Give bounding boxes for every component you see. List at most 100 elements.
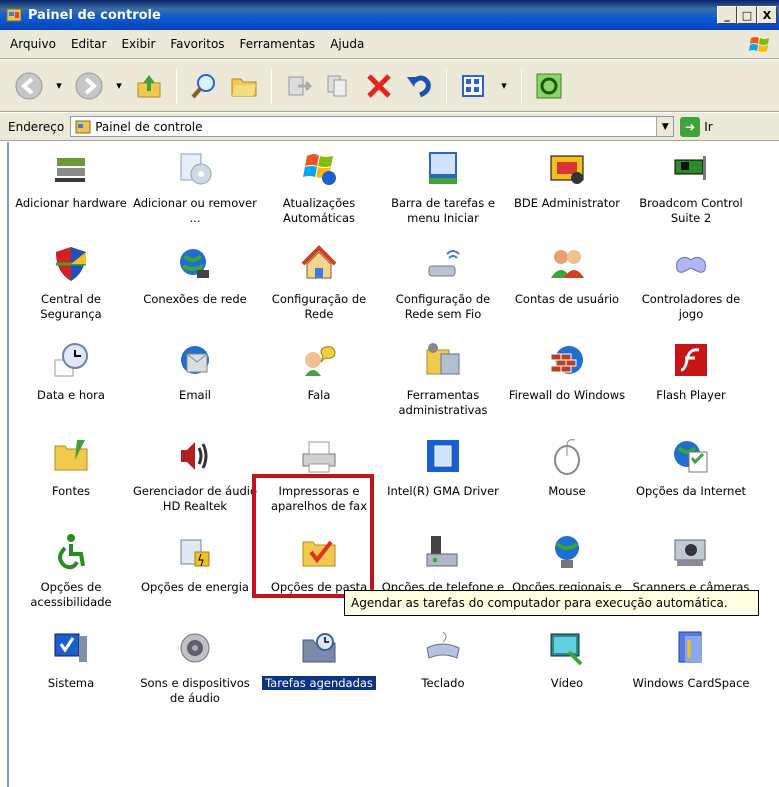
item-label: Barra de tarefas e menu Iniciar — [391, 196, 495, 225]
control-panel-item[interactable]: Atualizações Automáticas — [257, 144, 381, 234]
control-panel-item[interactable]: Conexões de rede — [133, 240, 257, 330]
views-icon — [462, 74, 484, 97]
address-dropdown[interactable]: ▼ — [656, 117, 674, 136]
delete-button[interactable] — [362, 69, 396, 103]
undo-button[interactable] — [402, 69, 436, 103]
item-label: Tarefas agendadas — [262, 676, 376, 690]
control-panel-item[interactable]: Tarefas agendadas — [257, 624, 381, 714]
system-icon — [51, 628, 91, 668]
control-panel-item[interactable]: Email — [133, 336, 257, 426]
speaker-icon — [175, 436, 215, 476]
control-panel-item[interactable]: Teclado — [381, 624, 505, 714]
video-icon — [547, 628, 587, 668]
control-panel-item[interactable]: Fontes — [9, 432, 133, 522]
menu-exibir[interactable]: Exibir — [121, 37, 155, 51]
menu-editar[interactable]: Editar — [71, 37, 107, 51]
maximize-button[interactable]: □ — [737, 6, 757, 24]
item-label: Controladores de jogo — [641, 292, 741, 321]
control-panel-item[interactable]: Sons e dispositivos de áudio — [133, 624, 257, 714]
control-panel-item[interactable]: Gerenciador de áudio HD Realtek — [133, 432, 257, 522]
control-panel-item[interactable]: Opções de acessibilidade — [9, 528, 133, 618]
item-label: Gerenciador de áudio HD Realtek — [133, 484, 258, 513]
item-label: Central de Segurança — [40, 292, 102, 321]
menu-favoritos[interactable]: Favoritos — [170, 37, 224, 51]
intel-gma-icon — [423, 436, 463, 476]
views-button[interactable] — [457, 69, 491, 103]
flash-icon — [671, 340, 711, 380]
item-label-wrapper: Conexões de rede — [133, 292, 257, 307]
toolbar-separator — [521, 68, 522, 103]
window-title: Painel de controle — [28, 7, 161, 23]
forward-dropdown[interactable]: ▾ — [112, 69, 126, 103]
minimize-button[interactable]: _ — [717, 6, 737, 24]
control-panel-item[interactable]: Controladores de jogo — [629, 240, 753, 330]
move-to-button[interactable] — [282, 69, 316, 103]
up-folder-icon — [137, 74, 161, 97]
item-label-wrapper: Configuração de Rede sem Fio — [381, 292, 505, 322]
menu-arquivo[interactable]: Arquivo — [10, 37, 56, 51]
item-label-wrapper: Fala — [257, 388, 381, 403]
accessibility-icon — [51, 532, 91, 572]
control-panel-item[interactable]: Configuração de Rede sem Fio — [381, 240, 505, 330]
left-pane-edge — [0, 142, 8, 787]
control-panel-item[interactable]: Contas de usuário — [505, 240, 629, 330]
control-panel-item[interactable]: Opções da Internet — [629, 432, 753, 522]
control-panel-item[interactable]: Intel(R) GMA Driver — [381, 432, 505, 522]
firewall-icon — [547, 340, 587, 380]
control-panel-item[interactable]: Opções de energia — [133, 528, 257, 618]
search-button[interactable] — [187, 69, 221, 103]
menu-bar: Arquivo Editar Exibir Favoritos Ferramen… — [0, 30, 779, 59]
chevron-down-icon: ▾ — [116, 79, 122, 92]
item-label-wrapper: Vídeo — [505, 676, 629, 691]
item-label-wrapper: Sistema — [9, 676, 133, 691]
control-panel-item[interactable]: Firewall do Windows — [505, 336, 629, 426]
folders-button[interactable] — [227, 69, 261, 103]
cardspace-icon — [671, 628, 711, 668]
item-label: Ferramentas administrativas — [398, 388, 488, 417]
title-bar[interactable]: Painel de controle _ □ X — [0, 0, 779, 30]
views-dropdown[interactable]: ▾ — [497, 69, 511, 103]
sync-button[interactable] — [532, 69, 566, 103]
item-label-wrapper: Controladores de jogo — [629, 292, 753, 322]
control-panel-item[interactable]: Windows CardSpace — [629, 624, 753, 714]
control-panel-item[interactable]: Barra de tarefas e menu Iniciar — [381, 144, 505, 234]
control-panel-item[interactable]: BDE Administrator — [505, 144, 629, 234]
control-panel-item[interactable]: Central de Segurança — [9, 240, 133, 330]
control-panel-item[interactable]: Configuração de Rede — [257, 240, 381, 330]
go-button[interactable]: ➔ Ir — [680, 116, 713, 137]
chevron-down-icon: ▼ — [661, 121, 669, 132]
control-panel-icon — [6, 8, 22, 22]
up-button[interactable] — [132, 69, 166, 103]
item-label: Broadcom Control Suite 2 — [639, 196, 743, 225]
address-bar: Endereço Painel de controle ▼ ➔ Ir — [0, 113, 779, 141]
control-panel-item[interactable]: Adicionar ou remover ... — [133, 144, 257, 234]
control-panel-item[interactable]: Fala — [257, 336, 381, 426]
copy-to-button[interactable] — [322, 69, 356, 103]
item-label: Windows CardSpace — [632, 676, 750, 690]
control-panel-item[interactable]: Flash Player — [629, 336, 753, 426]
control-panel-item[interactable]: Broadcom Control Suite 2 — [629, 144, 753, 234]
item-label: Mouse — [548, 484, 586, 498]
control-panel-item[interactable]: Vídeo — [505, 624, 629, 714]
menu-ferramentas[interactable]: Ferramentas — [240, 37, 316, 51]
wireless-icon — [423, 244, 463, 284]
item-label: Intel(R) GMA Driver — [387, 484, 499, 498]
address-input[interactable]: Painel de controle ▼ — [70, 116, 675, 137]
mouse-icon — [547, 436, 587, 476]
add-remove-programs-icon — [175, 148, 215, 188]
regional-globe-icon — [547, 532, 587, 572]
control-panel-item[interactable]: Mouse — [505, 432, 629, 522]
control-panel-item[interactable]: Ferramentas administrativas — [381, 336, 505, 426]
control-panel-item[interactable]: Data e hora — [9, 336, 133, 426]
network-globe-icon — [175, 244, 215, 284]
control-panel-item[interactable]: Sistema — [9, 624, 133, 714]
item-label: Email — [179, 388, 211, 402]
forward-button[interactable] — [72, 69, 106, 103]
back-dropdown[interactable]: ▾ — [52, 69, 66, 103]
control-panel-item[interactable]: Adicionar hardware — [9, 144, 133, 234]
close-button[interactable]: X — [757, 6, 777, 24]
back-button[interactable] — [12, 69, 46, 103]
item-label: Sons e dispositivos de áudio — [140, 676, 250, 705]
item-label: Adicionar ou remover ... — [133, 196, 257, 225]
menu-ajuda[interactable]: Ajuda — [330, 37, 364, 51]
